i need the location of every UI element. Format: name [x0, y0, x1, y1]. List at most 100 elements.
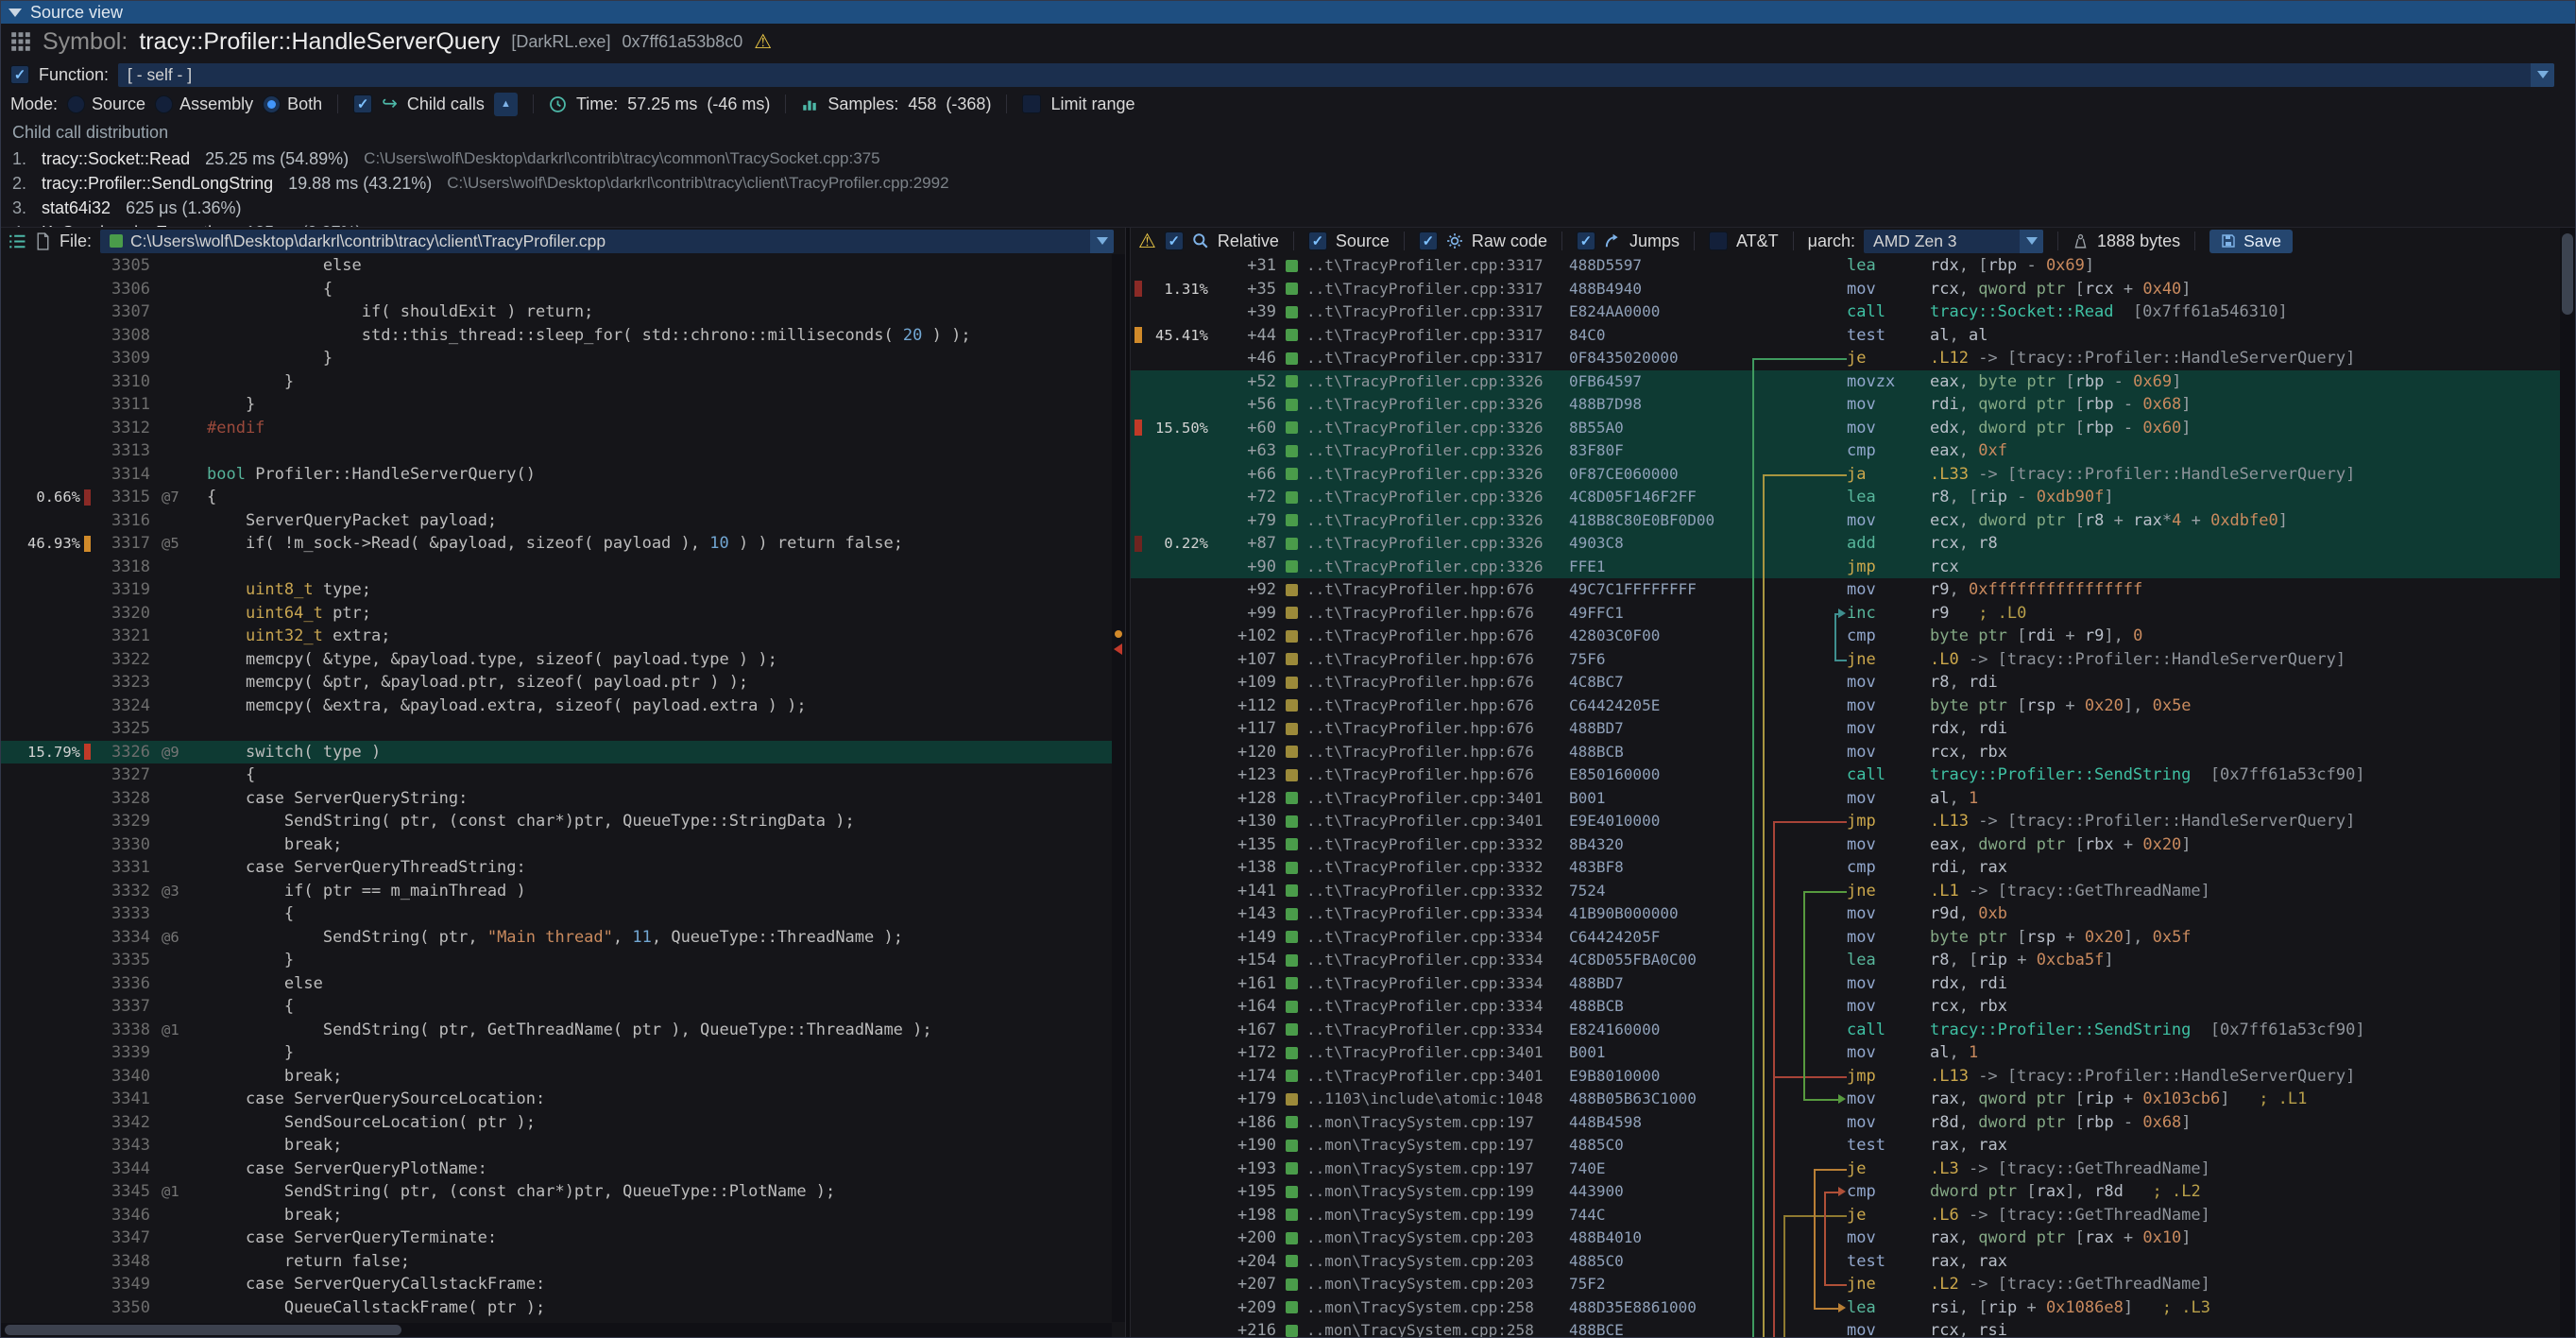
asm-row[interactable]: +102..t\TracyProfiler.hpp:67642803C0F00c… [1131, 625, 2560, 648]
asm-row[interactable]: +149..t\TracyProfiler.cpp:3334C64424205F… [1131, 926, 2560, 950]
asm-row[interactable]: +120..t\TracyProfiler.hpp:676488BCBmovrc… [1131, 741, 2560, 764]
asm-row[interactable]: +164..t\TracyProfiler.cpp:3334488BCBmovr… [1131, 995, 2560, 1019]
asm-row[interactable]: +112..t\TracyProfiler.hpp:676C64424205Em… [1131, 695, 2560, 718]
asm-row[interactable]: +123..t\TracyProfiler.hpp:676E850160000c… [1131, 763, 2560, 787]
source-line[interactable]: 3333 { [1, 902, 1112, 926]
asm-source-location[interactable]: ..t\TracyProfiler.hpp:676 [1286, 625, 1569, 648]
file-combo-arrow[interactable] [1090, 230, 1114, 253]
source-line[interactable]: 15.79%3326@9 switch( type ) [1, 741, 1112, 764]
asm-source-location[interactable]: ..mon\TracySystem.cpp:258 [1286, 1296, 1569, 1320]
asm-row[interactable]: +130..t\TracyProfiler.cpp:3401E9E4010000… [1131, 810, 2560, 833]
source-line[interactable]: 3310 } [1, 370, 1112, 394]
source-line[interactable]: 3348 return false; [1, 1250, 1112, 1274]
scrollbar-thumb[interactable] [5, 1325, 401, 1335]
source-line[interactable]: 3324 memcpy( &extra, &payload.extra, siz… [1, 695, 1112, 718]
asm-row[interactable]: +207..mon\TracySystem.cpp:20375F2jne.L2 … [1131, 1273, 2560, 1296]
source-code-view[interactable]: 3305 else3306 {3307 if( shouldExit ) ret… [1, 254, 1112, 1322]
asm-source-location[interactable]: ..t\TracyProfiler.cpp:3332 [1286, 856, 1569, 880]
asm-row[interactable]: +109..t\TracyProfiler.hpp:6764C8BC7movr8… [1131, 671, 2560, 695]
source-line[interactable]: 3308 std::this_thread::sleep_for( std::c… [1, 324, 1112, 348]
asm-row[interactable]: +172..t\TracyProfiler.cpp:3401B001moval,… [1131, 1041, 2560, 1065]
uarch-combo[interactable]: AMD Zen 3 [1864, 230, 2043, 253]
asm-source-location[interactable]: ..mon\TracySystem.cpp:203 [1286, 1250, 1569, 1274]
asm-source-location[interactable]: ..t\TracyProfiler.cpp:3401 [1286, 1065, 1569, 1089]
asm-row[interactable]: +92..t\TracyProfiler.hpp:67649C7C1FFFFFF… [1131, 578, 2560, 602]
source-horizontal-scrollbar[interactable] [1, 1323, 1112, 1337]
asm-source-location[interactable]: ..t\TracyProfiler.cpp:3326 [1286, 370, 1569, 394]
asm-source-location[interactable]: ..t\TracyProfiler.hpp:676 [1286, 695, 1569, 718]
att-checkbox[interactable] [1709, 232, 1728, 250]
child-call-entry[interactable]: 2.tracy::Profiler::SendLongString19.88 m… [12, 171, 2564, 196]
source-line[interactable]: 3307 if( shouldExit ) return; [1, 300, 1112, 324]
asm-source-location[interactable]: ..mon\TracySystem.cpp:203 [1286, 1226, 1569, 1250]
asm-source-location[interactable]: ..t\TracyProfiler.cpp:3326 [1286, 463, 1569, 487]
source-vertical-scrollbar[interactable] [1112, 254, 1125, 1322]
source-line[interactable]: 3339 } [1, 1041, 1112, 1065]
asm-source-location[interactable]: ..mon\TracySystem.cpp:197 [1286, 1158, 1569, 1181]
asm-row[interactable]: +216..mon\TracySystem.cpp:258488BCEmovrc… [1131, 1319, 2560, 1337]
child-call-entry[interactable]: 4.KeSynchronizeExecution125 μs (0.27%) [12, 220, 2564, 228]
asm-source-location[interactable]: ..t\TracyProfiler.cpp:3317 [1286, 300, 1569, 324]
asm-row[interactable]: +79..t\TracyProfiler.cpp:3326418B8C80E0B… [1131, 509, 2560, 533]
source-line[interactable]: 3309 } [1, 347, 1112, 370]
asm-source-location[interactable]: ..t\TracyProfiler.hpp:676 [1286, 763, 1569, 787]
source-line[interactable]: 3349 case ServerQueryCallstackFrame: [1, 1273, 1112, 1296]
source-line[interactable]: 3332@3 if( ptr == m_mainThread ) [1, 880, 1112, 903]
child-call-entry[interactable]: 1.tracy::Socket::Read25.25 ms (54.89%)C:… [12, 146, 2564, 171]
asm-row[interactable]: +63..t\TracyProfiler.cpp:332683F80Fcmpea… [1131, 439, 2560, 463]
asm-source-location[interactable]: ..t\TracyProfiler.cpp:3317 [1286, 324, 1569, 348]
asm-row[interactable]: +167..t\TracyProfiler.cpp:3334E824160000… [1131, 1019, 2560, 1042]
asm-source-location[interactable]: ..t\TracyProfiler.hpp:676 [1286, 741, 1569, 764]
asm-source-location[interactable]: ..t\TracyProfiler.cpp:3326 [1286, 532, 1569, 556]
asm-row[interactable]: 1.31%+35..t\TracyProfiler.cpp:3317488B49… [1131, 278, 2560, 301]
asm-row[interactable]: +179..1103\include\atomic:1048488B05B63C… [1131, 1088, 2560, 1111]
source-line[interactable]: 3319 uint8_t type; [1, 578, 1112, 602]
asm-row[interactable]: +204..mon\TracySystem.cpp:2034885C0testr… [1131, 1250, 2560, 1274]
uarch-combo-arrow[interactable] [2020, 230, 2043, 253]
source-line[interactable]: 3328 case ServerQueryString: [1, 787, 1112, 811]
source-line[interactable]: 3322 memcpy( &type, &payload.type, sizeo… [1, 648, 1112, 672]
asm-row[interactable]: +90..t\TracyProfiler.cpp:3326FFE1jmprcx [1131, 556, 2560, 579]
source-line[interactable]: 3341 case ServerQuerySourceLocation: [1, 1088, 1112, 1111]
limit-range-checkbox[interactable] [1022, 94, 1041, 113]
relative-checkbox[interactable]: ✓ [1165, 232, 1184, 250]
asm-row[interactable]: +52..t\TracyProfiler.cpp:33260FB64597mov… [1131, 370, 2560, 394]
asm-source-location[interactable]: ..t\TracyProfiler.cpp:3332 [1286, 833, 1569, 857]
source-line[interactable]: 3335 } [1, 949, 1112, 972]
asm-source-location[interactable]: ..mon\TracySystem.cpp:199 [1286, 1180, 1569, 1204]
source-line[interactable]: 3327 { [1, 763, 1112, 787]
asm-source-location[interactable]: ..t\TracyProfiler.cpp:3334 [1286, 1019, 1569, 1042]
scrollbar-thumb[interactable] [2562, 233, 2573, 315]
source-line[interactable]: 3323 memcpy( &ptr, &payload.ptr, sizeof(… [1, 671, 1112, 695]
radio-assembly[interactable]: Assembly [155, 94, 253, 114]
asm-row[interactable]: +117..t\TracyProfiler.hpp:676488BD7movrd… [1131, 717, 2560, 741]
asm-source-location[interactable]: ..t\TracyProfiler.cpp:3334 [1286, 902, 1569, 926]
source-line[interactable]: 3313 [1, 439, 1112, 463]
asm-source-location[interactable]: ..t\TracyProfiler.cpp:3334 [1286, 972, 1569, 996]
source-line[interactable]: 3345@1 SendString( ptr, (const char*)ptr… [1, 1180, 1112, 1204]
asm-source-location[interactable]: ..t\TracyProfiler.cpp:3401 [1286, 1041, 1569, 1065]
asm-source-location[interactable]: ..t\TracyProfiler.hpp:676 [1286, 578, 1569, 602]
window-titlebar[interactable]: Source view [1, 1, 2575, 24]
asm-row[interactable]: +107..t\TracyProfiler.hpp:67675F6jne.L0 … [1131, 648, 2560, 672]
function-checkbox[interactable]: ✓ [10, 65, 29, 84]
source-line[interactable]: 3331 case ServerQueryThreadString: [1, 856, 1112, 880]
source-line[interactable]: 3336 else [1, 972, 1112, 996]
asm-row[interactable]: +138..t\TracyProfiler.cpp:3332483BF8cmpr… [1131, 856, 2560, 880]
asm-source-location[interactable]: ..t\TracyProfiler.hpp:676 [1286, 648, 1569, 672]
asm-source-location[interactable]: ..t\TracyProfiler.cpp:3326 [1286, 509, 1569, 533]
asm-source-location[interactable]: ..t\TracyProfiler.cpp:3317 [1286, 278, 1569, 301]
jumps-checkbox[interactable]: ✓ [1577, 232, 1595, 250]
asm-row[interactable]: +200..mon\TracySystem.cpp:203488B4010mov… [1131, 1226, 2560, 1250]
asm-source-location[interactable]: ..t\TracyProfiler.cpp:3334 [1286, 995, 1569, 1019]
save-button[interactable]: Save [2209, 230, 2293, 253]
child-call-entry[interactable]: 3.stat64i32625 μs (1.36%) [12, 196, 2564, 220]
asm-source-location[interactable]: ..mon\TracySystem.cpp:197 [1286, 1134, 1569, 1158]
source-line[interactable]: 3329 SendString( ptr, (const char*)ptr, … [1, 810, 1112, 833]
asm-row[interactable]: +198..mon\TracySystem.cpp:199744Cje.L6 -… [1131, 1204, 2560, 1227]
raw-code-checkbox[interactable]: ✓ [1419, 232, 1438, 250]
source-line[interactable]: 3311 } [1, 393, 1112, 417]
asm-row[interactable]: +99..t\TracyProfiler.hpp:67649FFC1incr9 … [1131, 602, 2560, 626]
source-line[interactable]: 3321 uint32_t extra; [1, 625, 1112, 648]
source-line[interactable]: 3325 [1, 717, 1112, 741]
